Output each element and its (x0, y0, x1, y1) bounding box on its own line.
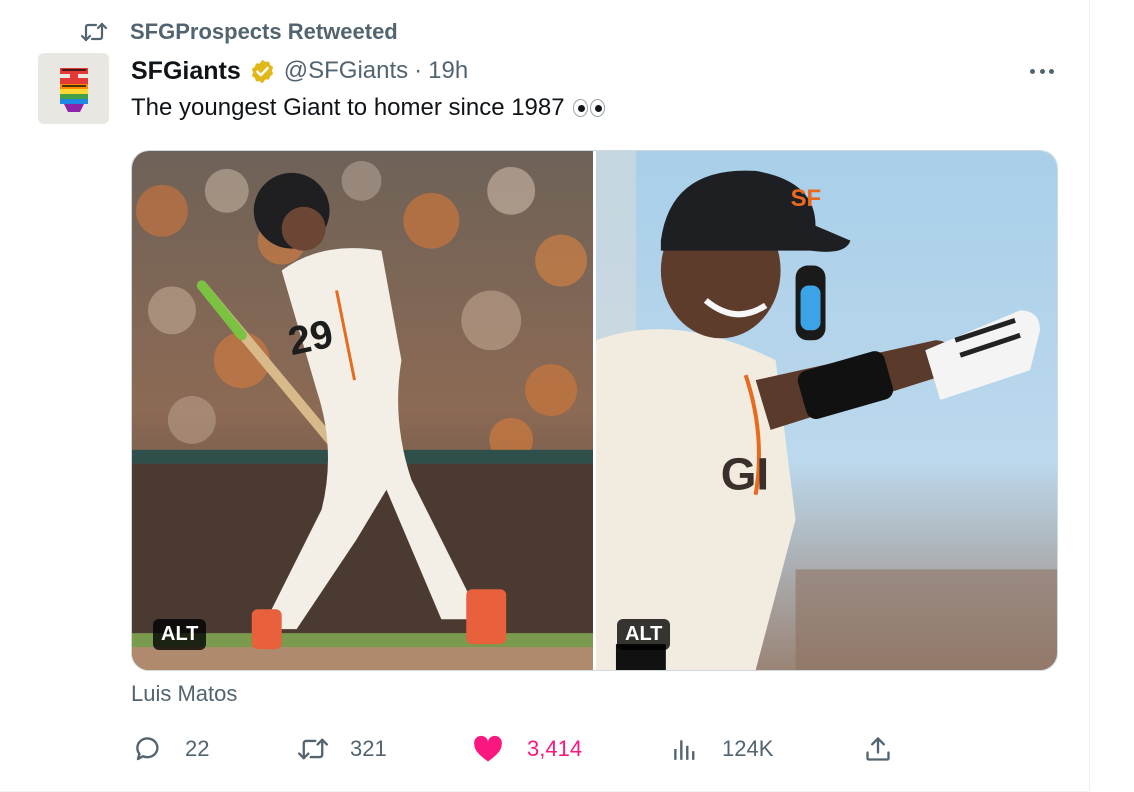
svg-text:SF: SF (791, 185, 822, 212)
retweet-context[interactable]: SFGProspects Retweeted (80, 18, 398, 46)
alt-text-button[interactable]: ALT (153, 619, 207, 650)
retweet-button[interactable]: 321 (296, 731, 387, 767)
retweeted-by-label[interactable]: SFGProspects Retweeted (130, 19, 398, 45)
views-bar-chart-icon (668, 732, 702, 766)
heart-filled-icon (471, 732, 505, 766)
author-handle[interactable]: @SFGiants (284, 57, 408, 85)
media-caption: Luis Matos (131, 681, 238, 706)
reply-count: 22 (185, 736, 210, 761)
share-button[interactable] (861, 731, 895, 767)
action-bar: 22 321 3,414 124K (131, 731, 901, 767)
reply-bubble-icon (131, 732, 165, 766)
reply-button[interactable]: 22 (131, 731, 209, 767)
media-grid: 29 ALT GI SF ALT (131, 150, 1058, 671)
sf-giants-logo-avatar (53, 63, 94, 114)
svg-text:29: 29 (284, 312, 337, 364)
views-button[interactable]: 124K (668, 731, 773, 767)
author-display-name[interactable]: SFGiants (131, 57, 241, 86)
share-upload-icon (861, 732, 895, 766)
tweet-timestamp[interactable]: 19h (428, 57, 468, 85)
like-count: 3,414 (527, 736, 583, 761)
like-button[interactable]: 3,414 (471, 731, 582, 767)
separator-dot: · (414, 57, 423, 84)
retweet-icon (80, 18, 108, 46)
verified-badge-icon (251, 59, 273, 83)
views-count: 124K (722, 736, 774, 761)
svg-text:GI: GI (721, 448, 769, 500)
batting-swing-photo[interactable]: 29 ALT (132, 151, 593, 670)
tweet-card[interactable]: SFGProspects Retweeted SFGiants @SFGiant… (0, 0, 1090, 792)
eyes-emoji-icon (572, 99, 605, 117)
avatar[interactable] (38, 53, 109, 124)
tweet-text: The youngest Giant to homer since 1987 (131, 94, 605, 122)
tweet-header: SFGiants @SFGiants · 19h (131, 54, 468, 88)
more-options-icon[interactable] (1026, 58, 1058, 84)
alt-text-button[interactable]: ALT (617, 619, 671, 650)
retweet-count: 321 (350, 736, 387, 761)
tweet-body: The youngest Giant to homer since 1987 (131, 94, 565, 121)
celebration-photo[interactable]: GI SF ALT (596, 151, 1057, 670)
retweet-icon (296, 732, 330, 766)
